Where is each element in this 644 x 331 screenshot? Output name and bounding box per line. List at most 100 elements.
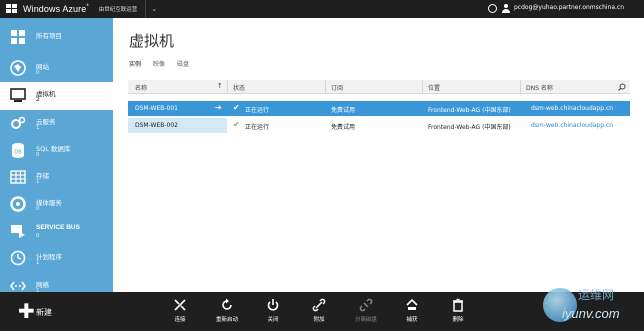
sidebar-item-storage[interactable]: 存储 1 — [0, 164, 113, 192]
sidebar-item-virtual-machines[interactable]: 虚拟机 2 — [0, 82, 113, 110]
watermark-text: 运维网 — [578, 288, 615, 302]
site-watermark: 运维网 iyunv.com — [540, 282, 640, 328]
sidebar-item-count: 0 — [36, 70, 40, 76]
vm-dns-link[interactable]: dsm-web.chinacloudapp.cn — [531, 105, 613, 112]
plus-icon: ✚ — [18, 299, 35, 323]
sidebar-item-count: 2 — [36, 97, 40, 103]
sidebar-item-networks[interactable]: 网络 1 — [0, 273, 113, 292]
subscription-chevron-icon[interactable]: ⌄ — [151, 5, 157, 13]
grid-icon — [11, 30, 25, 44]
column-header-status[interactable]: 状态 — [233, 83, 245, 92]
sidebar-item-all-items[interactable]: 所有项目 — [0, 24, 113, 52]
connect-label: 连接 — [174, 317, 186, 323]
account-email[interactable]: pcdog@yuhao.partner.onmschina.cn — [514, 4, 624, 11]
top-bar: Windows Azure* 由世纪互联运营 ⌄ pcdog@yuhao.par… — [0, 0, 644, 18]
clock-icon — [10, 250, 26, 266]
service-bus-icon — [11, 225, 25, 238]
new-label: 新建 — [36, 308, 52, 317]
sidebar-item-media-services[interactable]: 媒体服务 0 — [0, 191, 113, 219]
vm-name[interactable]: DSM-WEB-002 — [135, 122, 178, 129]
sort-arrow-icon[interactable]: ↑ — [217, 82, 223, 90]
sidebar-item-count: 0 — [36, 152, 40, 158]
column-header-location[interactable]: 位置 — [428, 83, 440, 92]
column-divider — [520, 80, 521, 94]
attach-label: 附加 — [313, 317, 325, 323]
capture-label: 捕获 — [406, 317, 418, 323]
table-row[interactable]: DSM-WEB-001 ➔ ✔ 正在运行 免费试用 Frontend-Web-A… — [128, 101, 630, 116]
detach-disk-button[interactable]: 分离磁盘 — [346, 298, 386, 326]
svg-text:DB: DB — [14, 150, 22, 156]
divider — [145, 0, 147, 18]
sidebar-item-websites[interactable]: 网站 0 — [0, 55, 113, 83]
detach-disk-label: 分离磁盘 — [354, 317, 377, 323]
capture-button[interactable]: 捕获 — [392, 298, 432, 326]
sub-tabs: 实例 映像 磁盘 — [129, 59, 201, 68]
check-icon: ✔ — [233, 103, 240, 112]
column-divider — [227, 80, 228, 94]
sidebar-item-sql-database[interactable]: DB SQL 数据库 0 — [0, 137, 113, 165]
vm-subscription: 免费试用 — [331, 107, 356, 114]
website-icon — [10, 60, 26, 76]
tab-instances[interactable]: 实例 — [129, 59, 141, 68]
sidebar-item-scheduler[interactable]: 计划程序 1 — [0, 245, 113, 273]
network-icon — [10, 281, 26, 291]
column-divider — [325, 80, 326, 94]
restart-button[interactable]: 重新启动 — [207, 298, 247, 326]
user-icon[interactable] — [502, 4, 510, 13]
column-header-name[interactable]: 名称 — [135, 83, 147, 92]
provider-text: 由世纪互联运营 — [98, 7, 138, 13]
table-header: 名称 ↑ 状态 订阅 位置 DNS 名称 — [128, 80, 630, 94]
sidebar-item-label: 所有项目 — [36, 32, 62, 40]
sidebar: 所有项目 网站 0 虚拟机 2 云服务 1 DB SQL 数据库 0 存储 1 … — [0, 18, 113, 292]
column-divider — [422, 80, 423, 94]
gears-icon — [11, 116, 26, 129]
sidebar-item-service-bus[interactable]: SERVICE BUS 0 — [0, 218, 113, 246]
restart-label: 重新启动 — [215, 317, 238, 323]
capture-icon — [406, 298, 418, 310]
globe-icon[interactable] — [488, 4, 497, 13]
connect-button[interactable]: 连接 — [160, 298, 200, 326]
vm-status: 正在运行 — [245, 124, 270, 131]
sidebar-item-count: 1 — [36, 260, 40, 266]
media-icon — [10, 196, 26, 212]
restart-icon — [222, 298, 232, 310]
vm-name[interactable]: DSM-WEB-001 — [135, 105, 178, 112]
search-icon[interactable] — [618, 83, 626, 91]
vm-location: Frontend-Web-AG (中国东部) — [428, 107, 511, 114]
monitor-icon — [10, 88, 26, 102]
attach-icon — [312, 298, 326, 312]
new-button[interactable]: ✚ 新建 — [18, 301, 78, 323]
vm-location: Frontend-Web-AG (中国东部) — [428, 124, 511, 131]
column-header-subscription[interactable]: 订阅 — [331, 83, 343, 92]
sidebar-item-label: SQL 数据库 — [36, 145, 71, 153]
sidebar-item-count: 0 — [36, 206, 40, 212]
detach-disk-icon — [359, 298, 373, 312]
page-title: 虚拟机 — [129, 32, 175, 50]
trash-icon — [453, 298, 463, 312]
vm-dns-link[interactable]: dsm-web.chinacloudapp.cn — [531, 122, 613, 129]
column-header-dns[interactable]: DNS 名称 — [526, 83, 553, 92]
sidebar-item-count: 1 — [36, 179, 40, 185]
sidebar-item-cloud-services[interactable]: 云服务 1 — [0, 110, 113, 138]
storage-table-icon — [10, 170, 26, 184]
windows-logo-icon[interactable] — [6, 4, 18, 14]
connect-icon — [174, 299, 186, 311]
sidebar-item-label: SERVICE BUS — [36, 224, 80, 231]
delete-button[interactable]: 删除 — [438, 298, 478, 326]
brand-name[interactable]: Windows Azure* — [23, 4, 89, 14]
sidebar-item-count: 1 — [36, 125, 40, 131]
tab-images[interactable]: 映像 — [153, 59, 165, 68]
vm-subscription: 免费试用 — [331, 124, 356, 131]
table-row[interactable]: DSM-WEB-002 ✔ 正在运行 免费试用 Frontend-Web-AG … — [128, 118, 630, 133]
vm-status: 正在运行 — [245, 107, 270, 114]
main-content: 虚拟机 实例 映像 磁盘 名称 ↑ 状态 订阅 位置 DNS 名称 DSM-WE… — [113, 18, 644, 292]
check-icon: ✔ — [233, 120, 240, 129]
tab-disks[interactable]: 磁盘 — [177, 59, 189, 68]
sidebar-item-count: 0 — [36, 233, 40, 239]
delete-label: 删除 — [452, 317, 464, 323]
sidebar-item-label: 计划程序 — [36, 253, 62, 261]
watermark-domain: iyunv.com — [562, 306, 620, 321]
open-arrow-icon[interactable]: ➔ — [215, 103, 222, 112]
attach-button[interactable]: 附加 — [299, 298, 339, 326]
shutdown-button[interactable]: 关闭 — [253, 298, 293, 326]
